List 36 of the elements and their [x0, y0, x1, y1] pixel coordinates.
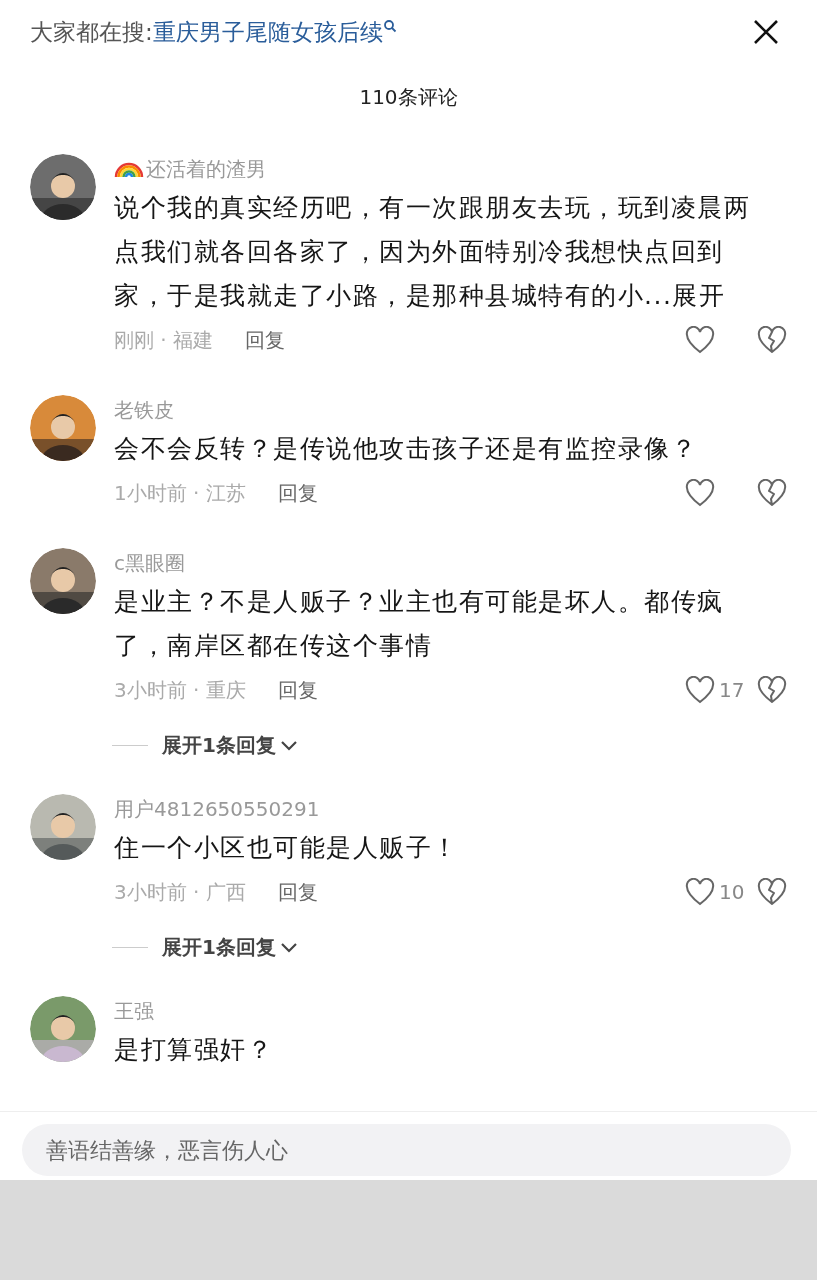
- chevron-down-icon: [279, 739, 298, 752]
- comment-time-location: 1小时前 · 江苏: [114, 479, 246, 507]
- broken-heart-icon[interactable]: [757, 479, 787, 507]
- chevron-down-icon: [279, 941, 298, 954]
- broken-heart-icon[interactable]: [757, 326, 787, 354]
- reply-button[interactable]: 回复: [245, 326, 286, 354]
- expand-replies-link[interactable]: 展开1条回复: [162, 934, 298, 961]
- reply-button[interactable]: 回复: [277, 878, 318, 906]
- expand-link[interactable]: 展开: [672, 281, 726, 310]
- search-icon: [382, 18, 397, 33]
- comments-count-title: 110条评论: [358, 84, 459, 111]
- heart-icon[interactable]: [685, 326, 715, 354]
- broken-heart-icon[interactable]: [757, 676, 787, 704]
- heart-icon[interactable]: [685, 676, 715, 704]
- reply-button[interactable]: 回复: [277, 479, 318, 507]
- broken-heart-icon[interactable]: [757, 878, 787, 906]
- reply-button[interactable]: 回复: [277, 676, 318, 704]
- heart-icon[interactable]: [685, 479, 715, 507]
- comment-text: 是打算强奸？: [114, 1034, 274, 1066]
- trending-search-link[interactable]: 重庆男子尾随女孩后续: [152, 16, 383, 48]
- comment-text: 会不会反转？是传说他攻击孩子还是有监控录像？: [114, 433, 698, 465]
- comment-text: 是业主？不是人贩子？业主也有可能是坏人。都传疯了，南岸区都在传这个事情: [114, 586, 725, 662]
- comment-input-field[interactable]: 善语结善缘，恶言伤人心: [22, 1124, 791, 1176]
- like-count: 17: [719, 678, 745, 702]
- expand-replies-link[interactable]: 展开1条回复: [162, 732, 298, 759]
- like-count: 10: [719, 880, 745, 904]
- close-icon[interactable]: [753, 19, 779, 45]
- comment-text: 说个我的真实经历吧，有一次跟朋友去玩，玩到凌晨两点我们就各回各家了，因为外面特别冷我想快点回到家，于是我就走了小路，是那种县城特有的小...展开: [114, 192, 751, 312]
- search-label: 大家都在搜:: [30, 17, 153, 47]
- comment-time-location: 刚刚 · 福建: [114, 326, 214, 354]
- comment-time-location: 3小时前 · 重庆: [114, 676, 246, 704]
- heart-icon[interactable]: [685, 878, 715, 906]
- username[interactable]: c黑眼圈: [114, 549, 185, 577]
- comment-time-location: 3小时前 · 广西: [114, 878, 246, 906]
- comment-text: 住一个小区也可能是人贩子！: [114, 832, 460, 864]
- rainbow-icon: [114, 160, 144, 178]
